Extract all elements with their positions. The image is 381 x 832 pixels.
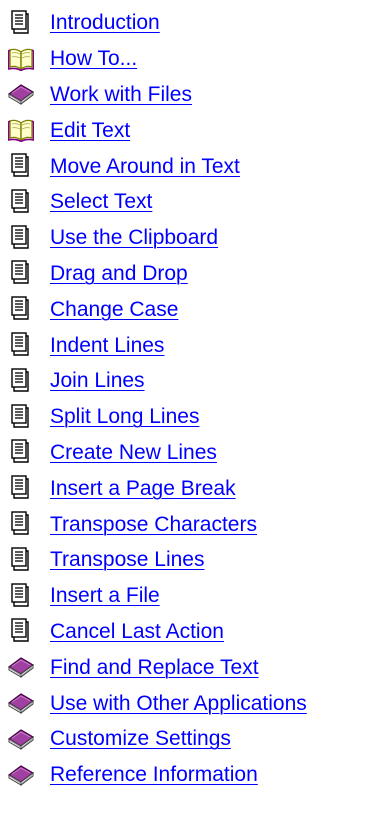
closed-book-icon — [8, 690, 44, 716]
open-book-icon — [8, 46, 44, 72]
toc-item[interactable]: Customize Settings — [8, 721, 307, 757]
toc-item[interactable]: How To... — [8, 41, 307, 77]
toc-link[interactable]: Indent Lines — [44, 335, 164, 356]
toc-link[interactable]: Split Long Lines — [44, 406, 199, 427]
toc-link[interactable]: Introduction — [44, 12, 160, 33]
closed-book-icon — [8, 654, 44, 680]
toc-item[interactable]: Move Around in Text — [8, 148, 307, 184]
toc-link[interactable]: Use with Other Applications — [44, 693, 307, 714]
toc-item[interactable]: Work with Files — [8, 77, 307, 113]
page-icon — [8, 439, 44, 465]
toc-item[interactable]: Create New Lines — [8, 435, 307, 471]
page-icon — [8, 189, 44, 215]
toc-link[interactable]: Select Text — [44, 191, 152, 212]
toc-link[interactable]: Cancel Last Action — [44, 621, 224, 642]
toc-link[interactable]: Drag and Drop — [44, 263, 188, 284]
page-icon — [8, 475, 44, 501]
toc-link[interactable]: Move Around in Text — [44, 156, 240, 177]
toc-link[interactable]: Reference Information — [44, 764, 258, 785]
toc-item[interactable]: Transpose Characters — [8, 506, 307, 542]
page-icon — [8, 332, 44, 358]
toc-link[interactable]: Insert a Page Break — [44, 478, 236, 499]
toc-link[interactable]: Customize Settings — [44, 728, 231, 749]
page-icon — [8, 618, 44, 644]
toc-link[interactable]: Transpose Characters — [44, 514, 257, 535]
toc-item[interactable]: Reference Information — [8, 757, 307, 793]
page-icon — [8, 403, 44, 430]
toc-item[interactable]: Drag and Drop — [8, 256, 307, 292]
closed-book-icon — [8, 726, 44, 752]
toc-item[interactable]: Join Lines — [8, 363, 307, 399]
page-icon — [8, 511, 44, 537]
page-icon — [8, 296, 44, 322]
toc-item[interactable]: Cancel Last Action — [8, 614, 307, 650]
toc-link[interactable]: Use the Clipboard — [44, 227, 218, 248]
toc-link[interactable]: Create New Lines — [44, 442, 217, 463]
open-book-icon — [8, 117, 44, 143]
page-icon — [8, 260, 44, 286]
toc-item[interactable]: Use the Clipboard — [8, 220, 307, 256]
toc-link[interactable]: Join Lines — [44, 370, 145, 391]
page-icon — [8, 153, 44, 179]
toc-item[interactable]: Introduction — [8, 5, 307, 41]
toc-item[interactable]: Edit Text — [8, 112, 307, 148]
toc-link[interactable]: Work with Files — [44, 84, 192, 105]
closed-book-icon — [8, 762, 44, 788]
closed-book-icon — [8, 81, 44, 107]
toc-item[interactable]: Select Text — [8, 184, 307, 220]
toc-item[interactable]: Insert a File — [8, 578, 307, 614]
toc-link[interactable]: Transpose Lines — [44, 549, 204, 570]
page-icon — [8, 224, 44, 251]
toc-link[interactable]: Change Case — [44, 299, 178, 320]
toc-item[interactable]: Use with Other Applications — [8, 685, 307, 721]
toc-item[interactable]: Transpose Lines — [8, 542, 307, 578]
page-icon — [8, 10, 44, 36]
toc-item[interactable]: Indent Lines — [8, 327, 307, 363]
page-icon — [8, 547, 44, 573]
page-icon — [8, 368, 44, 394]
toc-item[interactable]: Insert a Page Break — [8, 470, 307, 506]
toc-link[interactable]: Find and Replace Text — [44, 657, 259, 678]
page-icon — [8, 582, 44, 609]
toc-item[interactable]: Change Case — [8, 291, 307, 327]
toc-item[interactable]: Find and Replace Text — [8, 649, 307, 685]
toc-link[interactable]: Edit Text — [44, 120, 130, 141]
toc-link[interactable]: Insert a File — [44, 585, 160, 606]
toc-item[interactable]: Split Long Lines — [8, 399, 307, 435]
help-contents-list: Introduction How To... Work with Files Edit… — [8, 5, 307, 793]
toc-link[interactable]: How To... — [44, 48, 137, 69]
